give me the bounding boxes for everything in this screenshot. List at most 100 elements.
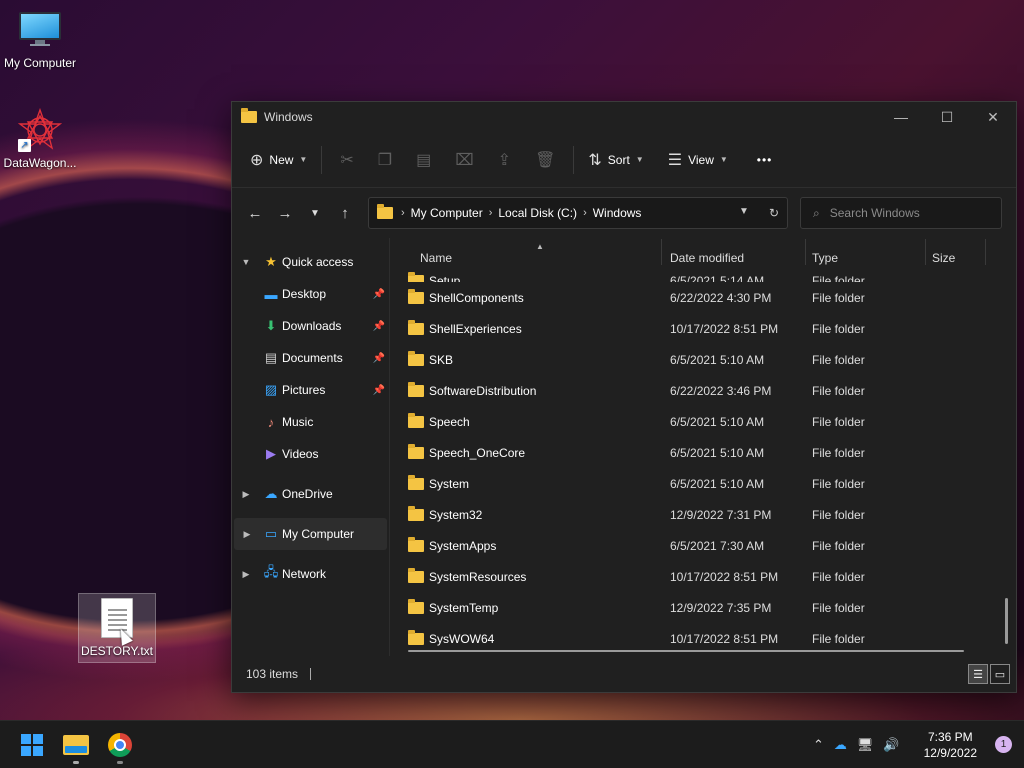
nav-label: My Computer xyxy=(282,527,355,541)
folder-icon xyxy=(408,474,424,490)
column-header-size[interactable]: Size xyxy=(926,239,986,265)
table-row[interactable]: SystemTemp 12/9/2022 7:35 PM File folder xyxy=(390,592,1016,623)
vertical-scrollbar[interactable] xyxy=(1005,598,1008,644)
back-button[interactable]: ← xyxy=(240,205,270,222)
column-header-date[interactable]: Date modified xyxy=(662,239,806,265)
search-input[interactable]: Search Windows xyxy=(830,206,920,220)
desktop-icon-my-computer[interactable]: My Computer xyxy=(0,12,80,70)
refresh-icon[interactable]: ↻ xyxy=(769,206,779,220)
new-button[interactable]: ⊕ New ▼ xyxy=(242,144,315,176)
volume-icon[interactable]: 🔊 xyxy=(883,737,899,753)
file-list: ▲ Name Date modified Type Size Setup 6/5/… xyxy=(390,238,1016,656)
folder-icon xyxy=(408,598,424,614)
cut-button[interactable]: ✂ xyxy=(328,144,365,176)
star-icon: ★ xyxy=(265,254,277,269)
taskbar-chrome[interactable] xyxy=(98,723,142,767)
nav-item-documents[interactable]: ▤ Documents 📌 xyxy=(232,342,389,374)
nav-item-pictures[interactable]: ▨ Pictures 📌 xyxy=(232,374,389,406)
table-row[interactable]: System 6/5/2021 5:10 AM File folder xyxy=(390,468,1016,499)
rename-button[interactable]: ⌧ xyxy=(443,144,485,176)
search-box[interactable]: ⌕ Search Windows xyxy=(800,197,1002,229)
pin-icon: 📌 xyxy=(372,320,385,332)
notification-badge[interactable]: 1 xyxy=(995,736,1012,753)
nav-item-music[interactable]: ♪ Music xyxy=(232,406,389,438)
folder-icon xyxy=(408,319,424,335)
file-date: 6/5/2021 7:30 AM xyxy=(670,538,765,553)
file-name-cell: SoftwareDistribution xyxy=(390,381,662,398)
table-row[interactable]: SystemApps 6/5/2021 7:30 AM File folder xyxy=(390,530,1016,561)
network-tray-icon[interactable]: 🖥 xyxy=(857,737,874,753)
window-title: Windows xyxy=(264,110,313,124)
nav-item-videos[interactable]: ▶ Videos xyxy=(232,438,389,470)
chevron-right-icon[interactable]: ▶ xyxy=(234,529,260,540)
pin-icon: 📌 xyxy=(372,288,385,300)
sort-button[interactable]: ⇅ Sort ▼ xyxy=(580,144,651,176)
file-name: SystemApps xyxy=(429,538,497,553)
title-bar[interactable]: Windows — ☐ ✕ xyxy=(232,102,1016,132)
up-button[interactable]: ↑ xyxy=(330,205,360,222)
file-type: File folder xyxy=(812,600,865,615)
chevron-right-icon[interactable]: ▶ xyxy=(232,569,260,580)
column-header-name[interactable]: Name xyxy=(390,239,662,265)
maximize-button[interactable]: ☐ xyxy=(924,102,970,132)
clock[interactable]: 7:36 PM 12/9/2022 xyxy=(924,729,977,761)
table-row[interactable]: SoftwareDistribution 6/22/2022 3:46 PM Fil… xyxy=(390,375,1016,406)
breadcrumb-local-disk[interactable]: Local Disk (C:) xyxy=(498,206,577,220)
onedrive-tray-icon[interactable]: ☁ xyxy=(834,737,847,753)
chevron-right-icon[interactable]: ▶ xyxy=(232,489,260,500)
desktop-icon-label: DESTORY.txt xyxy=(80,644,154,658)
nav-label: Desktop xyxy=(282,287,327,301)
table-row[interactable]: SKB 6/5/2021 5:10 AM File folder xyxy=(390,344,1016,375)
nav-quick-access[interactable]: ▼ ★ Quick access xyxy=(232,246,389,278)
file-name-cell: SKB xyxy=(390,350,662,367)
view-button[interactable]: ☰ View ▼ xyxy=(660,144,736,176)
nav-item-desktop[interactable]: ▬ Desktop 📌 xyxy=(232,278,389,310)
folder-icon xyxy=(408,443,424,459)
share-button[interactable]: ⇪ xyxy=(486,144,523,176)
forward-button[interactable]: → xyxy=(270,205,300,222)
cloud-icon: ☁ xyxy=(264,486,278,501)
table-row[interactable]: System32 12/9/2022 7:31 PM File folder xyxy=(390,499,1016,530)
table-row[interactable]: ShellComponents 6/22/2022 4:30 PM File fol… xyxy=(390,282,1016,313)
breadcrumb-windows[interactable]: Windows xyxy=(593,206,642,220)
file-date: 6/5/2021 5:10 AM xyxy=(670,476,765,491)
breadcrumb-my-computer[interactable]: My Computer xyxy=(411,206,483,220)
nav-item-my-computer[interactable]: ▶ ▭ My Computer xyxy=(234,518,387,550)
recent-locations-button[interactable]: ▼ xyxy=(300,208,330,219)
file-explorer-window: Windows — ☐ ✕ ⊕ New ▼ ✂ ❐ ▤ ⌧ ⇪ 🗑 ⇅ Sort… xyxy=(231,101,1017,693)
nav-item-network[interactable]: ▶ 🖧 Network xyxy=(232,558,389,590)
minimize-button[interactable]: — xyxy=(878,102,924,132)
desktop-icon-destory-txt[interactable]: DESTORY.txt xyxy=(78,593,156,663)
nav-item-onedrive[interactable]: ▶ ☁ OneDrive xyxy=(232,478,389,510)
taskbar-file-explorer[interactable] xyxy=(54,723,98,767)
file-name-cell: SystemTemp xyxy=(390,598,662,615)
table-row[interactable]: Speech 6/5/2021 5:10 AM File folder xyxy=(390,406,1016,437)
copy-button[interactable]: ❐ xyxy=(366,144,404,176)
network-icon: 🖧 xyxy=(263,564,279,579)
more-options-button[interactable]: ••• xyxy=(749,147,781,173)
table-row[interactable]: SystemResources 10/17/2022 8:51 PM File fo… xyxy=(390,561,1016,592)
folder-icon xyxy=(408,412,424,428)
address-history-dropdown[interactable]: ▼ xyxy=(739,206,749,220)
file-explorer-icon xyxy=(63,734,89,755)
desktop-icon-datawagon[interactable]: ↗ DataWagon... xyxy=(0,107,80,170)
table-row[interactable]: ShellExperiences 10/17/2022 8:51 PM File f… xyxy=(390,313,1016,344)
file-name-cell: SystemResources xyxy=(390,567,662,584)
close-button[interactable]: ✕ xyxy=(970,102,1016,132)
tiles-view-button[interactable]: ▭ xyxy=(990,664,1010,684)
paste-button[interactable]: ▤ xyxy=(404,144,443,176)
address-bar[interactable]: › My Computer › Local Disk (C:) › Window… xyxy=(368,197,788,229)
start-button[interactable] xyxy=(10,723,54,767)
table-row[interactable]: Setup 6/5/2021 5:14 AM File folder xyxy=(390,270,1016,282)
details-view-button[interactable]: ☰ xyxy=(968,664,988,684)
chevron-down-icon: ▼ xyxy=(299,155,308,164)
table-row[interactable]: Speech_OneCore 6/5/2021 5:10 AM File folde… xyxy=(390,437,1016,468)
file-type: File folder xyxy=(812,445,865,460)
copy-icon: ❐ xyxy=(377,151,393,169)
chevron-down-icon[interactable]: ▼ xyxy=(232,257,260,267)
delete-button[interactable]: 🗑 xyxy=(523,144,567,176)
chevron-up-icon[interactable]: ⌃ xyxy=(813,737,824,753)
column-header-type[interactable]: Type xyxy=(806,239,926,265)
horizontal-scrollbar[interactable] xyxy=(408,650,964,652)
nav-item-downloads[interactable]: ⬇ Downloads 📌 xyxy=(232,310,389,342)
